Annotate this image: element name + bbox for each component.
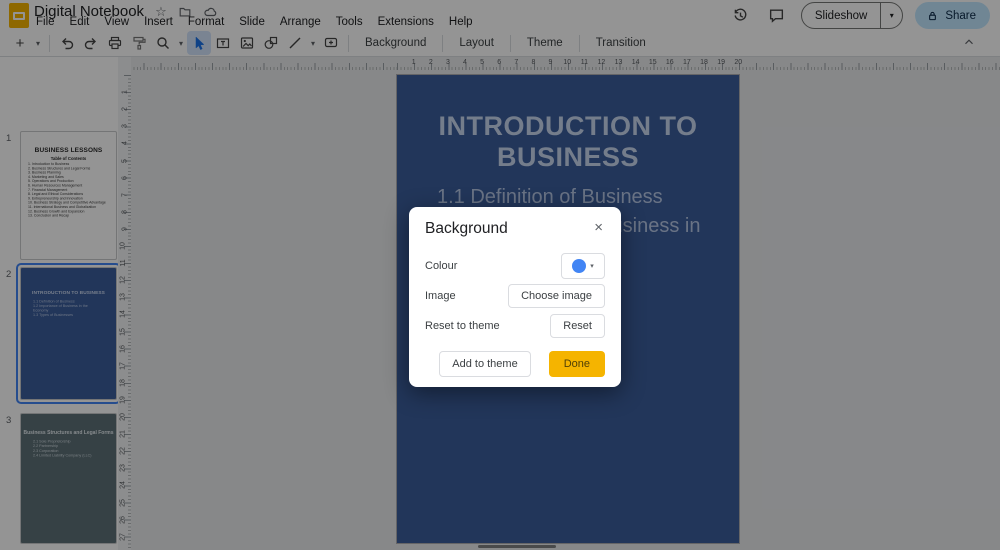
dialog-title: Background bbox=[425, 220, 508, 237]
add-to-theme-button[interactable]: Add to theme bbox=[439, 351, 531, 377]
close-icon[interactable]: × bbox=[592, 220, 605, 236]
reset-button[interactable]: Reset bbox=[550, 314, 605, 338]
colour-caret-icon[interactable]: ▾ bbox=[590, 262, 594, 270]
reset-to-theme-label: Reset to theme bbox=[425, 320, 500, 332]
image-label: Image bbox=[425, 290, 456, 302]
colour-picker-control[interactable]: ▾ bbox=[561, 253, 605, 279]
done-button[interactable]: Done bbox=[548, 351, 605, 377]
colour-swatch[interactable] bbox=[572, 259, 587, 273]
background-dialog: Background × Colour ▾ Image Choose image… bbox=[409, 207, 621, 387]
choose-image-button[interactable]: Choose image bbox=[508, 284, 605, 308]
colour-label: Colour bbox=[425, 260, 458, 272]
